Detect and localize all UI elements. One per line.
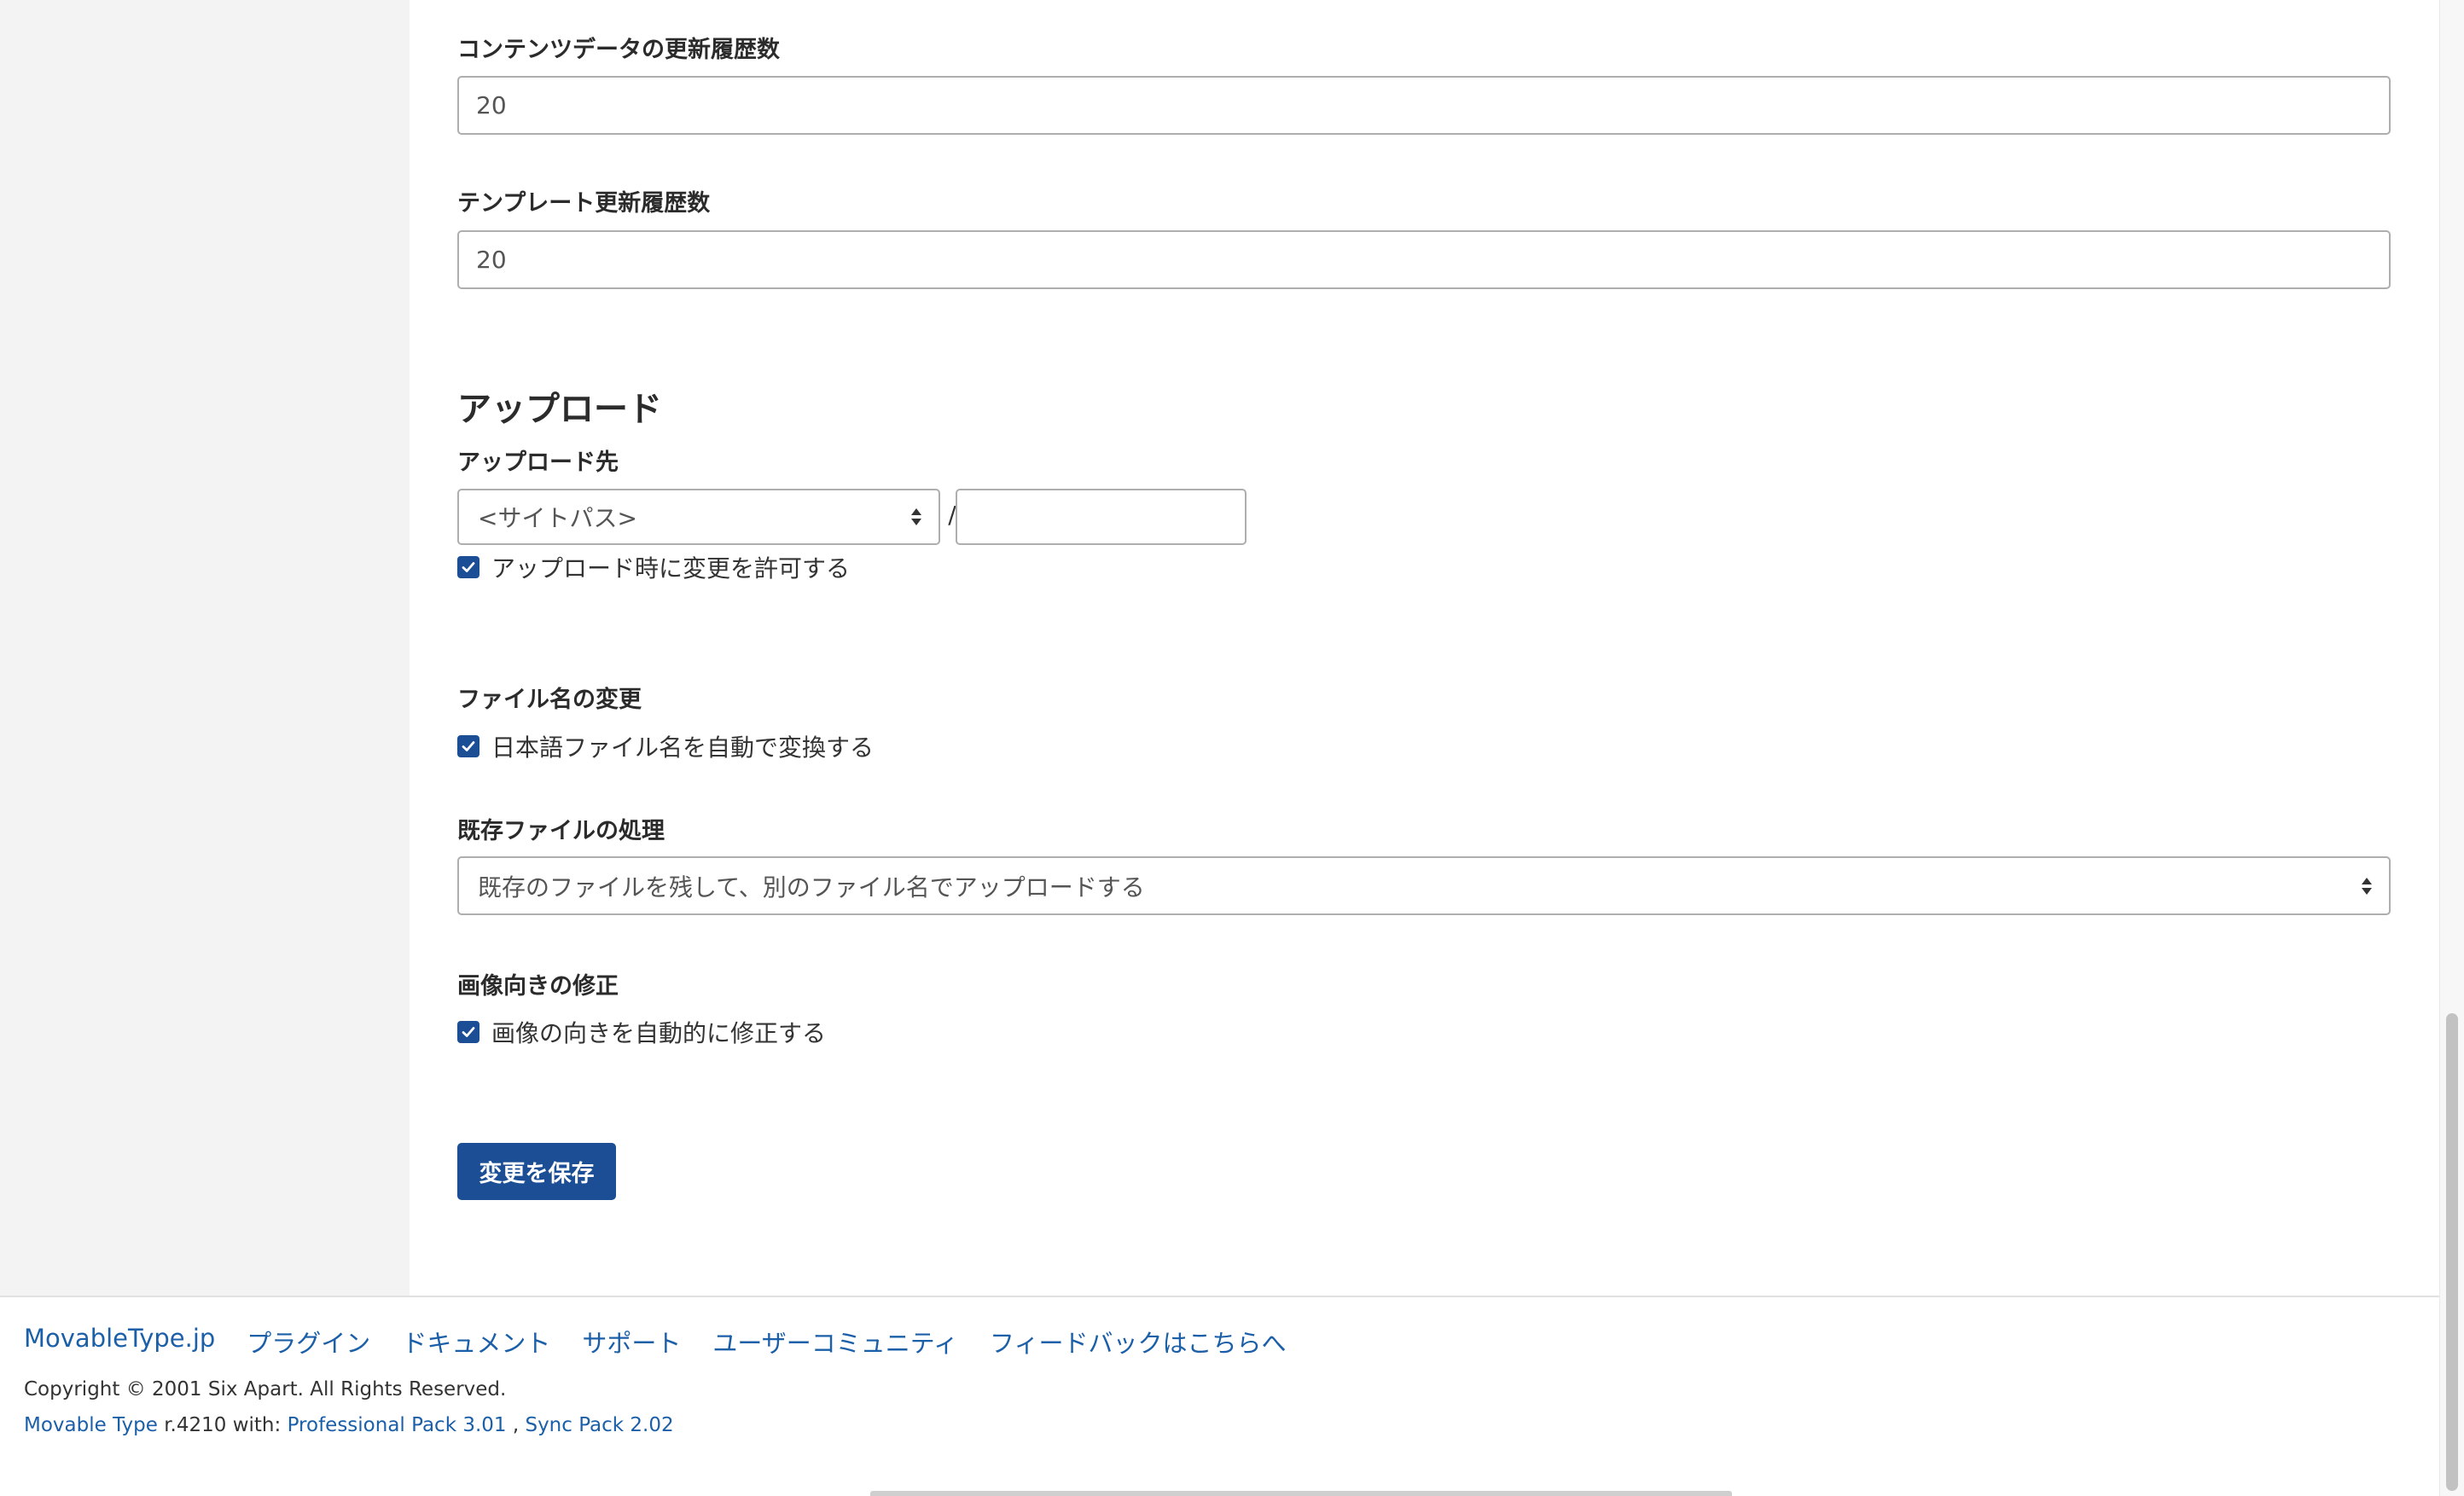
footer-link-support[interactable]: サポート: [582, 1324, 681, 1360]
auto-rename-checkbox[interactable]: [457, 735, 479, 757]
save-button[interactable]: 変更を保存: [457, 1143, 616, 1200]
updown-chevron-icon: [2362, 877, 2372, 895]
upload-destination-value: <サイトパス>: [478, 504, 637, 532]
existing-file-value: 既存のファイルを残して、別のファイル名でアップロードする: [478, 873, 1145, 902]
footer-link-documents[interactable]: ドキュメント: [402, 1324, 550, 1360]
version-text: r.4210 with:: [157, 1414, 288, 1436]
upload-section-title: アップロード: [457, 390, 662, 429]
product-link[interactable]: Movable Type: [24, 1414, 158, 1436]
existing-file-select[interactable]: 既存のファイルを残して、別のファイル名でアップロードする: [457, 856, 2391, 915]
professional-pack-link[interactable]: Professional Pack 3.01: [288, 1414, 507, 1436]
auto-orientation-checkbox[interactable]: [457, 1021, 479, 1043]
content-revisions-input[interactable]: [457, 76, 2391, 135]
sync-pack-link[interactable]: Sync Pack 2.02: [525, 1414, 673, 1436]
allow-change-checkbox[interactable]: [457, 556, 479, 578]
pack-separator: ,: [506, 1414, 526, 1436]
copyright-text: Copyright © 2001 Six Apart. All Rights R…: [24, 1378, 507, 1400]
scrollbar-thumb[interactable]: [2446, 1013, 2458, 1491]
footer-link-plugins[interactable]: プラグイン: [247, 1324, 370, 1360]
sidebar: [0, 0, 410, 1296]
version-info: Movable Type r.4210 with: Professional P…: [24, 1414, 674, 1436]
auto-rename-label: 日本語ファイル名を自動で変換する: [491, 734, 875, 762]
updown-chevron-icon: [911, 508, 921, 525]
existing-file-label: 既存ファイルの処理: [457, 818, 665, 844]
allow-change-option[interactable]: アップロード時に変更を許可する: [457, 550, 850, 584]
auto-rename-option[interactable]: 日本語ファイル名を自動で変換する: [457, 729, 874, 763]
check-icon: [462, 741, 475, 751]
rename-label: ファイル名の変更: [457, 687, 642, 713]
footer-link-feedback[interactable]: フィードバックはこちらへ: [990, 1324, 1286, 1360]
footer-nav: MovableType.jp プラグイン ドキュメント サポート ユーザーコミュ…: [24, 1324, 1286, 1360]
check-icon: [462, 562, 475, 572]
upload-destination-label: アップロード先: [457, 449, 619, 476]
upload-subpath-input[interactable]: [956, 489, 1247, 545]
template-revisions-input[interactable]: [457, 230, 2391, 289]
auto-orientation-option[interactable]: 画像の向きを自動的に修正する: [457, 1015, 826, 1049]
allow-change-label: アップロード時に変更を許可する: [491, 554, 851, 583]
footer-link-community[interactable]: ユーザーコミュニティ: [712, 1324, 958, 1360]
footer-link-movabletype[interactable]: MovableType.jp: [24, 1324, 215, 1360]
content-revisions-label: コンテンツデータの更新履歴数: [457, 37, 780, 63]
footer-divider: [0, 1296, 2440, 1297]
orientation-label: 画像向きの修正: [457, 973, 619, 1000]
upload-destination-select[interactable]: <サイトパス>: [457, 489, 940, 545]
template-revisions-label: テンプレート更新履歴数: [457, 190, 711, 217]
auto-orientation-label: 画像の向きを自動的に修正する: [491, 1019, 827, 1047]
check-icon: [462, 1027, 475, 1037]
bottom-edge-shadow: [870, 1491, 1732, 1496]
